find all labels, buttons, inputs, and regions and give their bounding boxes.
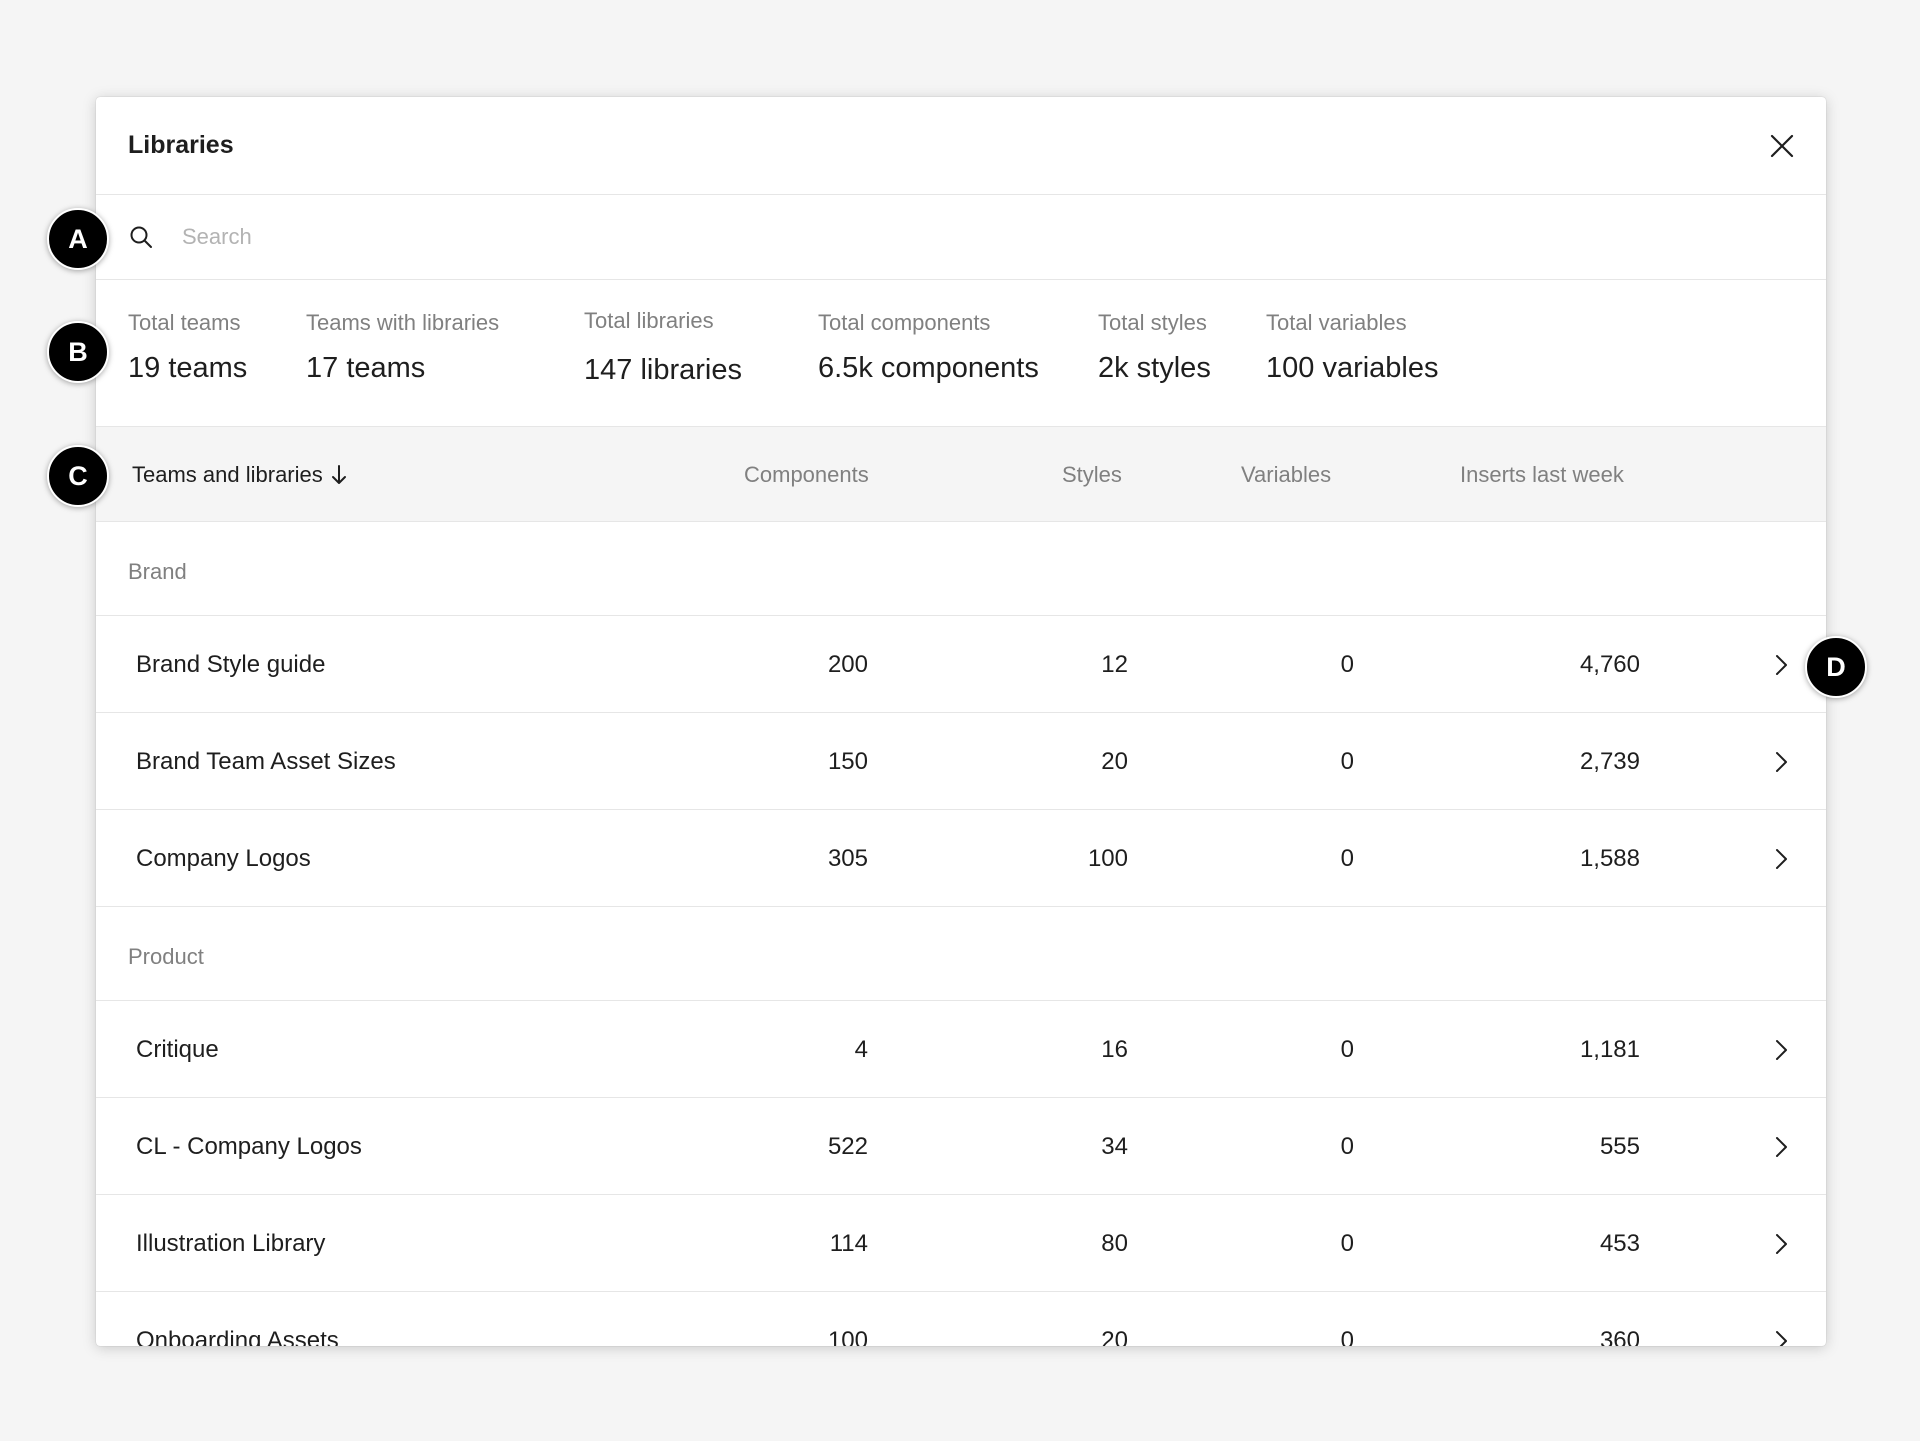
cell-variables: 0 xyxy=(1340,1229,1354,1257)
table-body: Brand Brand Style guide 200 12 0 4,760 B… xyxy=(96,522,1826,1346)
stat-label: Total styles xyxy=(1098,310,1207,335)
search-icon xyxy=(128,224,154,250)
cell-variables: 0 xyxy=(1340,1326,1354,1347)
library-name: Brand Style guide xyxy=(136,650,326,678)
chevron-right-icon[interactable] xyxy=(1774,1292,1788,1346)
cell-styles: 20 xyxy=(1101,1326,1128,1347)
cell-styles: 80 xyxy=(1101,1229,1128,1257)
close-button[interactable] xyxy=(1762,126,1802,166)
stat-value: 17 teams xyxy=(306,352,426,384)
cell-styles: 34 xyxy=(1101,1132,1128,1160)
table-row[interactable]: Brand Style guide 200 12 0 4,760 xyxy=(96,616,1826,713)
cell-styles: 20 xyxy=(1101,747,1128,775)
stat-total-teams: Total teams 19 teams xyxy=(128,310,247,385)
stat-total-styles: Total styles 2k styles xyxy=(1098,310,1211,385)
search-input[interactable] xyxy=(182,224,1682,250)
table-header: Teams and libraries Components Styles Va… xyxy=(96,427,1826,522)
chevron-right-icon[interactable] xyxy=(1774,1001,1788,1098)
cell-variables: 0 xyxy=(1340,747,1354,775)
cell-inserts: 555 xyxy=(1599,1132,1640,1160)
cell-inserts: 2,739 xyxy=(1579,747,1640,775)
stat-label: Teams with libraries xyxy=(306,310,500,335)
cell-components: 4 xyxy=(854,1035,868,1063)
table-row[interactable]: Onboarding Assets 100 20 0 360 xyxy=(96,1292,1826,1346)
table-row[interactable]: Critique 4 16 0 1,181 xyxy=(96,1001,1826,1098)
cell-components: 114 xyxy=(829,1229,868,1257)
stat-label: Total libraries xyxy=(584,308,714,333)
stat-value: 19 teams xyxy=(128,352,248,384)
chevron-right-icon[interactable] xyxy=(1774,810,1788,907)
stat-value: 147 libraries xyxy=(584,354,742,386)
chevron-right-icon[interactable] xyxy=(1774,713,1788,810)
stat-label: Total components xyxy=(818,310,991,335)
cell-inserts: 1,588 xyxy=(1579,844,1640,872)
cell-components: 150 xyxy=(827,747,868,775)
close-icon xyxy=(1770,134,1794,157)
stat-teams-with-libraries: Teams with libraries 17 teams xyxy=(306,310,499,385)
table-row[interactable]: Brand Team Asset Sizes 150 20 0 2,739 xyxy=(96,713,1826,810)
group-label-product: Product xyxy=(96,907,1826,1001)
stat-total-variables: Total variables 100 variables xyxy=(1266,310,1439,385)
header-inserts-last-week[interactable]: Inserts last week xyxy=(1460,427,1624,522)
annotation-marker-b: B xyxy=(47,321,109,383)
annotation-marker-c: C xyxy=(47,445,109,507)
sort-by-name-header[interactable]: Teams and libraries xyxy=(132,427,347,522)
library-name: Company Logos xyxy=(136,844,311,872)
arrow-down-icon xyxy=(331,464,347,485)
cell-styles: 16 xyxy=(1101,1035,1128,1063)
chevron-right-icon[interactable] xyxy=(1774,616,1788,713)
cell-styles: 12 xyxy=(1101,650,1128,678)
library-name: CL - Company Logos xyxy=(136,1132,362,1160)
modal-header: Libraries xyxy=(96,97,1826,195)
stat-label: Total variables xyxy=(1266,310,1407,335)
header-components[interactable]: Components xyxy=(744,427,869,522)
chevron-right-icon[interactable] xyxy=(1774,1098,1788,1195)
annotation-marker-a: A xyxy=(47,208,109,270)
chevron-right-icon[interactable] xyxy=(1774,1195,1788,1292)
cell-components: 305 xyxy=(827,844,868,872)
stat-label: Total teams xyxy=(128,310,241,335)
modal-title: Libraries xyxy=(128,131,234,159)
stat-total-components: Total components 6.5k components xyxy=(818,310,1039,385)
cell-components: 522 xyxy=(827,1132,868,1160)
header-label: Teams and libraries xyxy=(132,461,323,487)
table-row[interactable]: Illustration Library 114 80 0 453 xyxy=(96,1195,1826,1292)
library-name: Illustration Library xyxy=(136,1229,326,1257)
cell-inserts: 453 xyxy=(1599,1229,1640,1257)
table-row[interactable]: CL - Company Logos 522 34 0 555 xyxy=(96,1098,1826,1195)
libraries-modal: Libraries Total teams 19 teams Teams wit… xyxy=(96,97,1826,1346)
cell-inserts: 360 xyxy=(1599,1326,1640,1347)
group-label-brand: Brand xyxy=(96,522,1826,616)
stat-value: 6.5k components xyxy=(818,352,1039,384)
stats-summary: Total teams 19 teams Teams with librarie… xyxy=(96,280,1826,427)
cell-variables: 0 xyxy=(1340,1035,1354,1063)
stat-value: 100 variables xyxy=(1266,352,1439,384)
cell-variables: 0 xyxy=(1340,1132,1354,1160)
cell-components: 100 xyxy=(827,1326,868,1347)
cell-inserts: 1,181 xyxy=(1579,1035,1640,1063)
cell-variables: 0 xyxy=(1340,650,1354,678)
header-styles[interactable]: Styles xyxy=(1062,427,1122,522)
stat-value: 2k styles xyxy=(1098,352,1211,384)
header-variables[interactable]: Variables xyxy=(1241,427,1331,522)
library-name: Onboarding Assets xyxy=(136,1326,339,1347)
stat-total-libraries: Total libraries 147 libraries xyxy=(584,308,742,387)
search-bar xyxy=(96,195,1826,280)
annotation-marker-d: D xyxy=(1805,636,1867,698)
table-row[interactable]: Company Logos 305 100 0 1,588 xyxy=(96,810,1826,907)
cell-inserts: 4,760 xyxy=(1579,650,1640,678)
library-name: Critique xyxy=(136,1035,219,1063)
cell-styles: 100 xyxy=(1087,844,1128,872)
cell-variables: 0 xyxy=(1340,844,1354,872)
library-name: Brand Team Asset Sizes xyxy=(136,747,396,775)
cell-components: 200 xyxy=(827,650,868,678)
